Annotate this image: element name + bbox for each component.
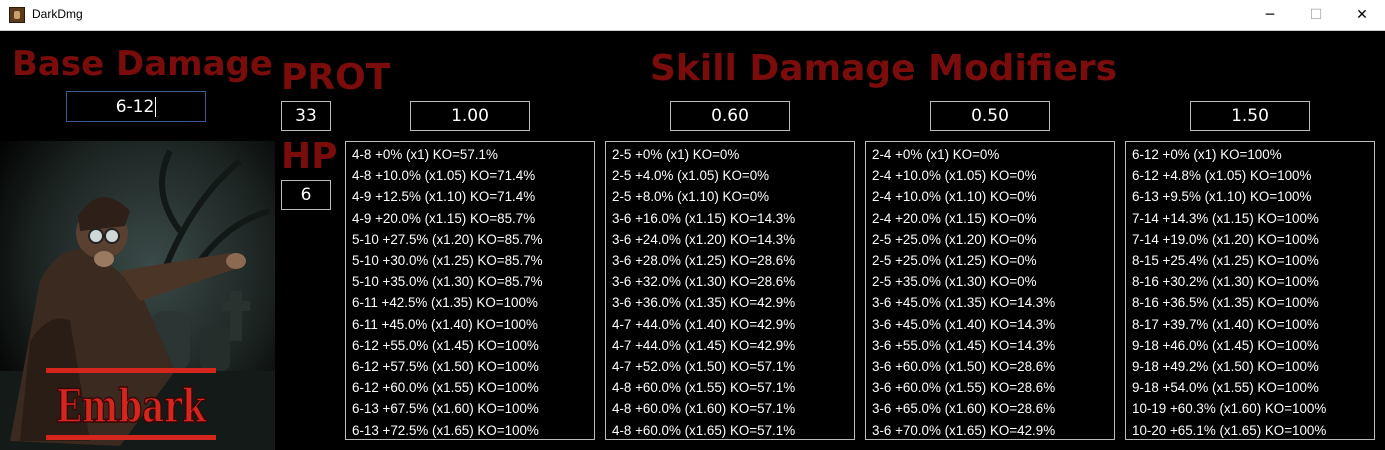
result-row: 3-6 +16.0% (x1.15) KO=14.3% — [612, 210, 796, 226]
window-title: DarkDmg — [32, 7, 83, 21]
result-row: 9-18 +46.0% (x1.45) KO=100% — [1132, 337, 1319, 353]
modifier-input-3[interactable]: 0.50 — [930, 101, 1050, 131]
result-row: 3-6 +28.0% (x1.25) KO=28.6% — [612, 253, 796, 269]
result-row: 6-11 +42.5% (x1.35) KO=100% — [352, 295, 538, 311]
result-row: 3-6 +45.0% (x1.40) KO=14.3% — [872, 316, 1056, 332]
prot-label: PROT — [281, 57, 391, 98]
result-row: 8-16 +36.5% (x1.35) KO=100% — [1132, 295, 1319, 311]
prot-input[interactable]: 33 — [281, 101, 331, 131]
result-row: 4-7 +44.0% (x1.40) KO=42.9% — [612, 316, 796, 332]
result-row: 3-6 +24.0% (x1.20) KO=14.3% — [612, 231, 796, 247]
result-row: 9-18 +49.2% (x1.50) KO=100% — [1132, 359, 1319, 375]
result-row: 2-4 +10.0% (x1.05) KO=0% — [872, 168, 1037, 184]
embark-button[interactable]: Embark — [46, 368, 216, 440]
result-row: 6-12 +60.0% (x1.55) KO=100% — [352, 380, 539, 396]
result-row: 6-12 +4.8% (x1.05) KO=100% — [1132, 168, 1312, 184]
result-row: 6-12 +0% (x1) KO=100% — [1132, 147, 1282, 162]
result-row: 4-7 +44.0% (x1.45) KO=42.9% — [612, 337, 796, 353]
results-list-3: 2-4 +0% (x1) KO=0% 2-4 +10.0% (x1.05) KO… — [865, 141, 1115, 440]
result-row: 10-19 +60.3% (x1.60) KO=100% — [1132, 401, 1327, 417]
result-row: 5-10 +27.5% (x1.20) KO=85.7% — [352, 231, 543, 247]
result-row: 6-12 +55.0% (x1.45) KO=100% — [352, 337, 539, 353]
hp-label: HP — [281, 136, 338, 177]
result-row: 4-8 +10.0% (x1.05) KO=71.4% — [352, 168, 536, 184]
result-row: 5-10 +35.0% (x1.30) KO=85.7% — [352, 274, 543, 290]
result-row: 6-13 +9.5% (x1.10) KO=100% — [1132, 189, 1312, 205]
result-row: 2-5 +0% (x1) KO=0% — [612, 147, 740, 162]
minimize-button[interactable]: ─ — [1247, 0, 1293, 30]
maximize-icon: ☐ — [1309, 7, 1323, 23]
result-row: 8-17 +39.7% (x1.40) KO=100% — [1132, 316, 1319, 332]
result-row: 2-5 +25.0% (x1.20) KO=0% — [872, 231, 1037, 247]
result-row: 4-7 +52.0% (x1.50) KO=57.1% — [612, 359, 796, 375]
result-row: 6-12 +57.5% (x1.50) KO=100% — [352, 359, 539, 375]
modifier-input-2[interactable]: 0.60 — [670, 101, 790, 131]
title-bar: DarkDmg ─ ☐ ✕ — [0, 0, 1385, 31]
result-row: 2-5 +8.0% (x1.10) KO=0% — [612, 189, 770, 205]
result-row: 7-14 +14.3% (x1.15) KO=100% — [1132, 210, 1319, 226]
result-row: 4-9 +12.5% (x1.10) KO=71.4% — [352, 189, 536, 205]
results-list-1: 4-8 +0% (x1) KO=57.1% 4-8 +10.0% (x1.05)… — [345, 141, 595, 440]
result-row: 2-4 +0% (x1) KO=0% — [872, 147, 1000, 162]
result-row: 4-9 +20.0% (x1.15) KO=85.7% — [352, 210, 536, 226]
minimize-icon: ─ — [1265, 7, 1275, 23]
result-row: 2-5 +25.0% (x1.25) KO=0% — [872, 253, 1037, 269]
close-icon: ✕ — [1356, 7, 1368, 23]
result-row: 6-13 +72.5% (x1.65) KO=100% — [352, 422, 539, 438]
results-list-2: 2-5 +0% (x1) KO=0% 2-5 +4.0% (x1.05) KO=… — [605, 141, 855, 440]
skill-damage-modifiers-label: Skill Damage Modifiers — [650, 48, 1118, 89]
modifier-input-1[interactable]: 1.00 — [410, 101, 530, 131]
result-row: 2-5 +4.0% (x1.05) KO=0% — [612, 168, 770, 184]
result-row: 8-16 +30.2% (x1.30) KO=100% — [1132, 274, 1319, 290]
result-row: 4-8 +60.0% (x1.55) KO=57.1% — [612, 380, 796, 396]
result-row: 3-6 +45.0% (x1.35) KO=14.3% — [872, 295, 1056, 311]
result-row: 3-6 +65.0% (x1.60) KO=28.6% — [872, 401, 1056, 417]
embark-label: Embark — [56, 379, 207, 433]
result-row: 6-13 +67.5% (x1.60) KO=100% — [352, 401, 539, 417]
result-row: 6-11 +45.0% (x1.40) KO=100% — [352, 316, 538, 332]
result-row: 2-5 +35.0% (x1.30) KO=0% — [872, 274, 1037, 290]
text-caret — [155, 96, 157, 117]
result-row: 2-4 +20.0% (x1.15) KO=0% — [872, 210, 1037, 226]
modifier-input-4[interactable]: 1.50 — [1190, 101, 1310, 131]
main-panel: Base Damage 6-12 PROT 33 HP 6 Skill Dama… — [0, 31, 1385, 450]
result-row: 3-6 +55.0% (x1.45) KO=14.3% — [872, 337, 1056, 353]
hp-input[interactable]: 6 — [281, 180, 331, 210]
result-row: 5-10 +30.0% (x1.25) KO=85.7% — [352, 253, 543, 269]
base-damage-input[interactable]: 6-12 — [66, 91, 206, 122]
result-row: 3-6 +70.0% (x1.65) KO=42.9% — [872, 422, 1056, 438]
result-row: 7-14 +19.0% (x1.20) KO=100% — [1132, 231, 1319, 247]
close-button[interactable]: ✕ — [1339, 0, 1385, 30]
app-icon — [9, 7, 25, 23]
result-row: 4-8 +0% (x1) KO=57.1% — [352, 147, 498, 162]
result-row: 3-6 +32.0% (x1.30) KO=28.6% — [612, 274, 796, 290]
maximize-button[interactable]: ☐ — [1293, 0, 1339, 30]
result-row: 3-6 +36.0% (x1.35) KO=42.9% — [612, 295, 796, 311]
result-row: 4-8 +60.0% (x1.65) KO=57.1% — [612, 422, 796, 438]
result-row: 3-6 +60.0% (x1.55) KO=28.6% — [872, 380, 1056, 396]
base-damage-label: Base Damage — [12, 44, 273, 84]
base-damage-value: 6-12 — [115, 96, 155, 117]
result-row: 8-15 +25.4% (x1.25) KO=100% — [1132, 253, 1319, 269]
results-list-4: 6-12 +0% (x1) KO=100% 6-12 +4.8% (x1.05)… — [1125, 141, 1375, 440]
result-row: 2-4 +10.0% (x1.10) KO=0% — [872, 189, 1037, 205]
result-row: 3-6 +60.0% (x1.50) KO=28.6% — [872, 359, 1056, 375]
result-row: 9-18 +54.0% (x1.55) KO=100% — [1132, 380, 1319, 396]
result-row: 10-20 +65.1% (x1.65) KO=100% — [1132, 422, 1327, 438]
result-row: 4-8 +60.0% (x1.60) KO=57.1% — [612, 401, 796, 417]
